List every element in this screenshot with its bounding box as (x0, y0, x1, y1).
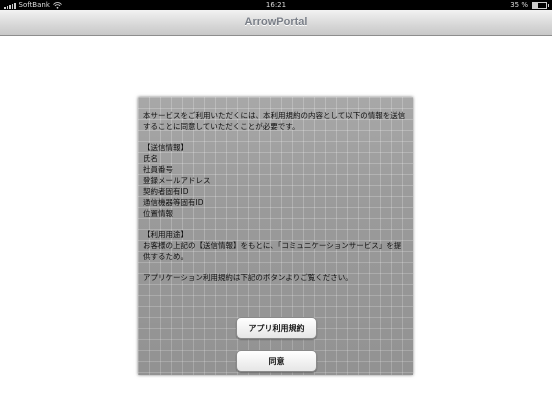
app-terms-button-label: アプリ利用規約 (248, 323, 305, 333)
section-heading-sent-info: 【送信情報】 (143, 143, 188, 152)
status-time: 16:21 (265, 1, 287, 9)
terms-list-item: 通信機器等固有ID (143, 198, 204, 207)
battery-icon (532, 1, 549, 9)
app-terms-button[interactable]: アプリ利用規約 (236, 317, 317, 339)
battery-indicator: 35 % (510, 0, 549, 10)
agree-button-label: 同意 (268, 356, 285, 366)
terms-line: お客様の上記の【送信情報】をもとに、「コミュニケーションサービス」を提 (143, 241, 402, 250)
terms-text: 本サービスをご利用いただくには、本利用規約の内容として以下の情報を送信 すること… (143, 110, 411, 283)
terms-line: アプリケーション利用規約は下記のボタンよりご覧ください。 (143, 273, 353, 282)
navigation-bar: ArrowPortal (0, 10, 552, 36)
terms-list-item: 位置情報 (143, 209, 173, 218)
terms-list-item: 社員番号 (143, 165, 173, 174)
battery-percent: 35 % (510, 1, 528, 9)
terms-line: 本サービスをご利用いただくには、本利用規約の内容として以下の情報を送信 (143, 111, 406, 120)
page-title: ArrowPortal (244, 16, 308, 28)
section-heading-usage: 【利用用途】 (143, 230, 188, 239)
terms-line: 供するため。 (143, 252, 188, 261)
terms-list-item: 契約者固有ID (143, 187, 189, 196)
status-bar: SoftBank 16:21 35 % (0, 0, 552, 10)
agree-button[interactable]: 同意 (236, 350, 317, 372)
terms-line: することに同意していただくことが必要です。 (143, 122, 300, 131)
terms-list-item: 氏名 (143, 154, 158, 163)
terms-list-item: 登録メールアドレス (143, 176, 211, 185)
